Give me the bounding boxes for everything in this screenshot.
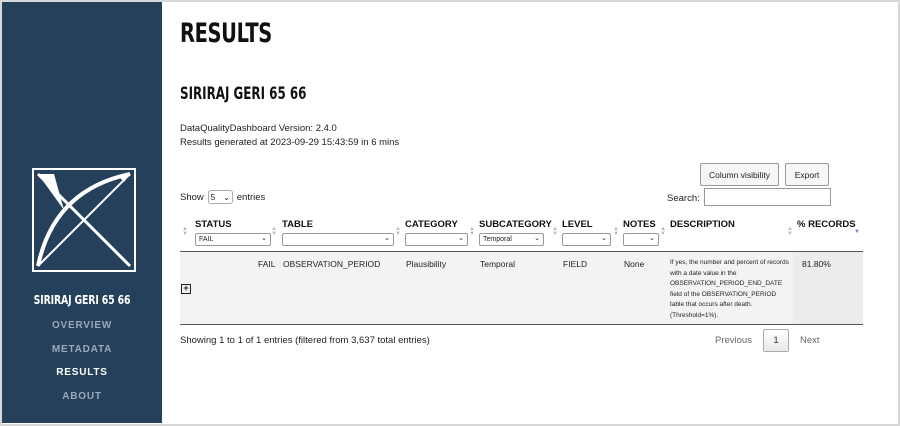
notes-filter-select[interactable]: ⌄ [623,233,659,246]
chevron-down-icon: ⌄ [601,235,607,242]
sort-icon[interactable]: ▲ ▼ [182,226,188,237]
cell-pct-records: 81.80% [802,259,831,269]
previous-page-button[interactable]: Previous [715,335,752,346]
cell-notes: None [624,259,645,269]
column-header-category[interactable]: CATEGORY [405,219,458,230]
sort-icon[interactable]: ▲ ▼ [660,226,666,237]
subcategory-filter-value: Temporal [483,236,512,243]
cell-table: OBSERVATION_PERIOD [283,259,381,269]
version-text: DataQualityDashboard Version: 2.4.0 [180,123,337,134]
column-header-notes[interactable]: NOTES [623,219,656,230]
subcategory-filter-select[interactable]: Temporal ⌄ [479,233,544,246]
level-filter-select[interactable]: ⌄ [562,233,611,246]
cell-category: Plausibility [406,259,447,269]
cell-status: FAIL [258,259,276,269]
main-content: RESULTS SIRIRAJ GERI 65 66 DataQualityDa… [180,0,880,426]
page-title: RESULTS [180,18,272,49]
sidebar: SIRIRAJ GERI 65 66 OVERVIEW METADATA RES… [2,2,162,423]
sort-icon[interactable]: ▲ ▼ [271,226,277,237]
nav-results[interactable]: RESULTS [2,367,162,378]
column-header-subcategory[interactable]: SUBCATEGORY [479,219,552,230]
cell-subcategory: Temporal [480,259,515,269]
search-label: Search: [667,193,700,204]
entries-label: entries [236,191,266,203]
table-bottom-divider [180,324,863,325]
search-input[interactable] [704,188,831,206]
nav-about[interactable]: ABOUT [2,391,162,402]
cell-level: FIELD [563,259,588,269]
chevron-down-icon: ⌄ [223,192,230,202]
chevron-down-icon: ⌄ [649,235,655,242]
database-title: SIRIRAJ GERI 65 66 [180,84,307,104]
column-header-description[interactable]: DESCRIPTION [670,219,735,230]
nav-overview[interactable]: OVERVIEW [2,320,162,331]
page-length-control: Show 5 ⌄ entries [180,190,265,204]
expand-row-icon[interactable]: + [181,284,191,294]
sort-icon[interactable]: ▲ ▼ [395,226,401,237]
sort-desc-icon[interactable]: ▼ [854,229,860,235]
chevron-down-icon: ⌄ [458,235,464,242]
page-length-value: 5 [210,192,216,202]
column-header-status[interactable]: STATUS [195,219,232,230]
category-filter-select[interactable]: ⌄ [405,233,468,246]
status-filter-select[interactable]: FAIL ⌄ [195,233,271,246]
page-length-select[interactable]: 5 ⌄ [207,190,233,204]
column-visibility-button[interactable]: Column visibility [700,163,779,186]
sort-icon[interactable]: ▲ ▼ [787,226,793,237]
nav-metadata[interactable]: METADATA [2,344,162,355]
chevron-down-icon: ⌄ [534,235,540,242]
show-label: Show [180,191,204,203]
chevron-down-icon: ⌄ [261,235,267,242]
column-header-pct-records[interactable]: % RECORDS [797,219,856,230]
chevron-down-icon: ⌄ [384,235,390,242]
next-page-button[interactable]: Next [800,335,820,346]
site-title: SIRIRAJ GERI 65 66 [33,293,131,307]
logo-icon [32,168,136,272]
sort-icon[interactable]: ▲ ▼ [552,226,558,237]
current-page-button[interactable]: 1 [763,329,789,352]
cell-description: If yes, the number and percent of record… [670,259,789,319]
generated-text: Results generated at 2023-09-29 15:43:59… [180,137,400,148]
column-header-table[interactable]: TABLE [282,219,313,230]
column-header-level[interactable]: LEVEL [562,219,593,230]
export-button[interactable]: Export [785,163,829,186]
table-info: Showing 1 to 1 of 1 entries (filtered fr… [180,335,430,346]
table-filter-select[interactable]: ⌄ [282,233,394,246]
sort-icon[interactable]: ▲ ▼ [469,226,475,237]
sort-icon[interactable]: ▲ ▼ [613,226,619,237]
status-filter-value: FAIL [199,236,214,243]
